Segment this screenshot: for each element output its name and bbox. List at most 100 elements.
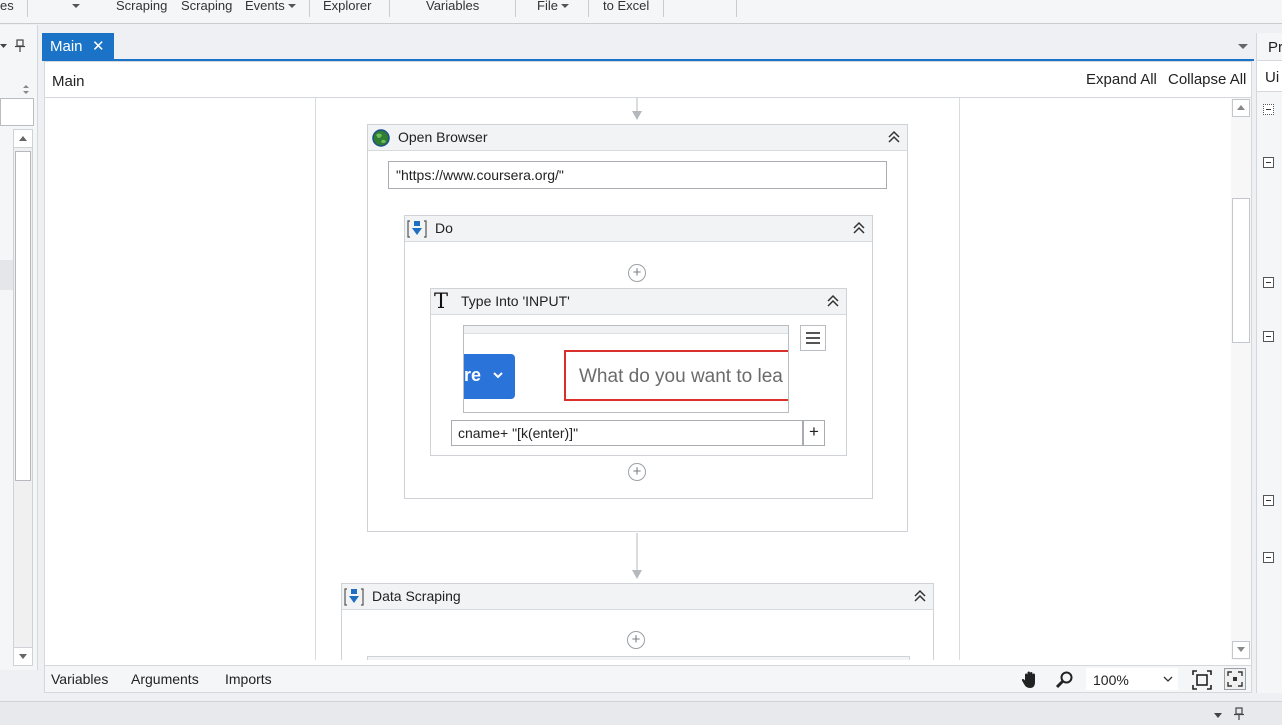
zoom-value: 100% xyxy=(1093,672,1129,688)
data-scraping-activity[interactable]: Data Scraping + xyxy=(341,583,934,660)
sort-arrows-icon[interactable] xyxy=(22,85,30,95)
collapse-tree-icon[interactable] xyxy=(1263,495,1274,506)
highlighted-input-target: What do you want to lea xyxy=(564,350,788,401)
breadcrumb[interactable]: Main xyxy=(52,73,85,90)
properties-header-label: Ui xyxy=(1265,69,1280,86)
arrow-down-icon xyxy=(19,654,27,659)
add-activity-icon[interactable]: + xyxy=(628,463,646,481)
open-browser-header: Open Browser xyxy=(368,125,907,151)
chevron-down-icon[interactable] xyxy=(0,42,8,50)
collapse-tree-icon[interactable] xyxy=(1263,277,1274,288)
document-tab-strip: Main ✕ xyxy=(42,33,1254,61)
scroll-up-button[interactable] xyxy=(14,130,32,148)
chevron-down-icon xyxy=(72,4,80,8)
preview-explore-button: re xyxy=(464,354,515,399)
ribbon-ui-explorer[interactable]: Explorer xyxy=(323,0,371,13)
data-scraping-title: Data Scraping xyxy=(372,588,461,604)
data-scraping-header: Data Scraping xyxy=(342,584,933,610)
nested-activity-top xyxy=(367,656,910,660)
scroll-thumb[interactable] xyxy=(1232,198,1250,343)
chevron-down-icon xyxy=(560,4,569,8)
collapse-tree-icon[interactable] xyxy=(1263,104,1274,115)
open-browser-activity[interactable]: Open Browser "https://www.coursera.org/"… xyxy=(367,124,908,532)
collapse-all-button[interactable]: Collapse All xyxy=(1168,71,1246,88)
ribbon-events[interactable]: Events xyxy=(245,0,296,13)
designer-canvas[interactable]: Open Browser "https://www.coursera.org/"… xyxy=(45,98,1251,660)
chevron-down-icon[interactable] xyxy=(1213,712,1223,720)
hand-pan-icon[interactable] xyxy=(1020,670,1040,690)
add-expression-button[interactable]: + xyxy=(803,420,825,446)
text-t-icon: T xyxy=(434,289,449,313)
collapse-icon[interactable] xyxy=(852,221,866,235)
fit-to-screen-icon[interactable] xyxy=(1192,670,1212,690)
pin-icon[interactable] xyxy=(1233,707,1245,721)
properties-tab-label[interactable]: Pr xyxy=(1268,39,1282,56)
do-title: Do xyxy=(435,220,453,236)
options-menu-button[interactable] xyxy=(800,325,826,351)
ribbon-separator xyxy=(588,0,589,17)
collapse-tree-icon[interactable] xyxy=(1263,552,1274,563)
text-input[interactable]: cname+ "[k(enter)]" xyxy=(451,420,803,446)
type-into-title: Type Into 'INPUT' xyxy=(461,293,570,309)
ribbon-separator xyxy=(309,0,310,17)
type-into-activity[interactable]: T Type Into 'INPUT' re What do you want … xyxy=(430,288,847,456)
collapse-icon[interactable] xyxy=(913,589,927,603)
scroll-up-button[interactable] xyxy=(1232,99,1250,117)
ribbon-manage-variables[interactable]: Variables xyxy=(426,0,479,13)
chevron-down-icon xyxy=(287,4,296,8)
pin-icon[interactable] xyxy=(14,39,26,53)
scroll-down-button[interactable] xyxy=(14,647,32,665)
workflow-designer: Main Expand All Collapse All Open Browse… xyxy=(44,61,1252,671)
scroll-down-button[interactable] xyxy=(1232,641,1250,659)
tab-main[interactable]: Main ✕ xyxy=(42,33,114,59)
search-field[interactable] xyxy=(0,98,34,126)
close-icon[interactable]: ✕ xyxy=(92,37,105,55)
add-activity-icon[interactable]: + xyxy=(628,264,646,282)
imports-tab[interactable]: Imports xyxy=(225,671,272,687)
collapse-icon[interactable] xyxy=(887,130,901,144)
chevron-down-icon[interactable] xyxy=(1237,43,1249,51)
zoom-select[interactable]: 100% xyxy=(1086,668,1178,690)
overview-button[interactable] xyxy=(1224,668,1246,690)
designer-header: Main Expand All Collapse All xyxy=(45,62,1251,98)
url-value: "https://www.coursera.org/" xyxy=(396,167,564,183)
collapse-tree-icon[interactable] xyxy=(1263,157,1274,168)
properties-panel: Pr Ui xyxy=(1256,33,1282,693)
ribbon-export-file[interactable]: File xyxy=(537,0,569,13)
collapse-tree-icon[interactable] xyxy=(1263,331,1274,342)
do-header: Do xyxy=(405,216,872,242)
hamburger-icon xyxy=(806,332,820,344)
chevron-down-icon xyxy=(1163,676,1173,682)
ribbon-data-scraping[interactable]: Scraping xyxy=(181,0,232,13)
ribbon-item-es[interactable]: es xyxy=(0,0,14,13)
scroll-thumb[interactable] xyxy=(15,151,31,481)
ribbon-screen-scraping[interactable]: Scraping xyxy=(116,0,167,13)
designer-scrollbar[interactable] xyxy=(1231,98,1251,660)
url-input[interactable]: "https://www.coursera.org/" xyxy=(388,161,887,189)
arrow-up-icon xyxy=(1237,105,1245,110)
left-scrollbar[interactable] xyxy=(13,129,33,666)
ribbon-dropdown[interactable] xyxy=(69,0,80,13)
open-browser-title: Open Browser xyxy=(398,129,488,145)
ribbon-separator xyxy=(389,0,390,17)
add-activity-icon[interactable]: + xyxy=(627,631,645,649)
zoom-search-icon[interactable] xyxy=(1055,670,1075,690)
ribbon-separator xyxy=(736,0,737,17)
overview-icon xyxy=(1227,671,1243,687)
collapse-icon[interactable] xyxy=(826,294,840,308)
connector-arrow xyxy=(632,98,642,120)
arguments-tab[interactable]: Arguments xyxy=(131,671,199,687)
preview-top-bar xyxy=(464,326,788,334)
chevron-down-icon xyxy=(493,372,503,379)
expand-all-button[interactable]: Expand All xyxy=(1086,71,1157,88)
do-activity[interactable]: Do + T Type Into 'INPUT' re What do you … xyxy=(404,215,873,499)
target-screenshot-preview[interactable]: re What do you want to lea xyxy=(463,325,789,413)
ribbon-export-to-excel[interactable]: to Excel xyxy=(603,0,649,13)
bottom-panel-strip xyxy=(0,701,1282,725)
ribbon-file-label: File xyxy=(537,0,558,13)
type-into-header: T Type Into 'INPUT' xyxy=(431,289,846,315)
ribbon-separator xyxy=(515,0,516,17)
ribbon-separator xyxy=(27,0,28,17)
designer-status-bar: Variables Arguments Imports 100% xyxy=(44,665,1252,693)
variables-tab[interactable]: Variables xyxy=(51,671,108,687)
